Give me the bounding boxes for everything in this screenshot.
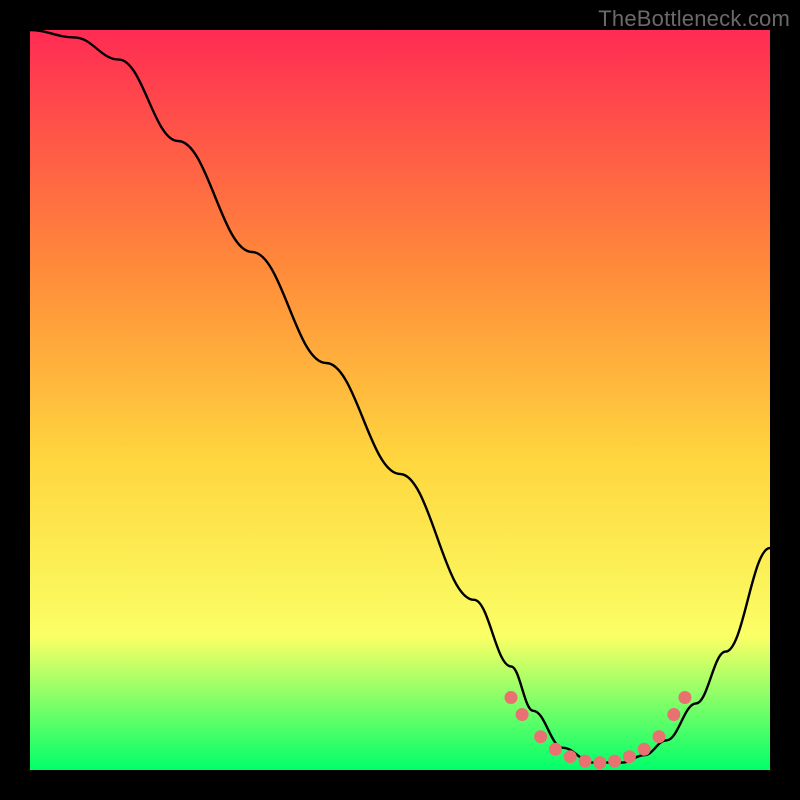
gradient-background: [30, 30, 770, 770]
chart-frame: [30, 30, 770, 770]
optimal-dot: [638, 743, 651, 756]
bottleneck-chart: [30, 30, 770, 770]
watermark-text: TheBottleneck.com: [598, 6, 790, 32]
optimal-dot: [623, 750, 636, 763]
optimal-dot: [593, 756, 606, 769]
optimal-dot: [564, 750, 577, 763]
optimal-dot: [534, 730, 547, 743]
optimal-dot: [505, 691, 518, 704]
optimal-dot: [667, 708, 680, 721]
optimal-dot: [608, 755, 621, 768]
optimal-dot: [549, 743, 562, 756]
optimal-dot: [678, 691, 691, 704]
optimal-dot: [653, 730, 666, 743]
optimal-dot: [516, 708, 529, 721]
optimal-dot: [579, 755, 592, 768]
